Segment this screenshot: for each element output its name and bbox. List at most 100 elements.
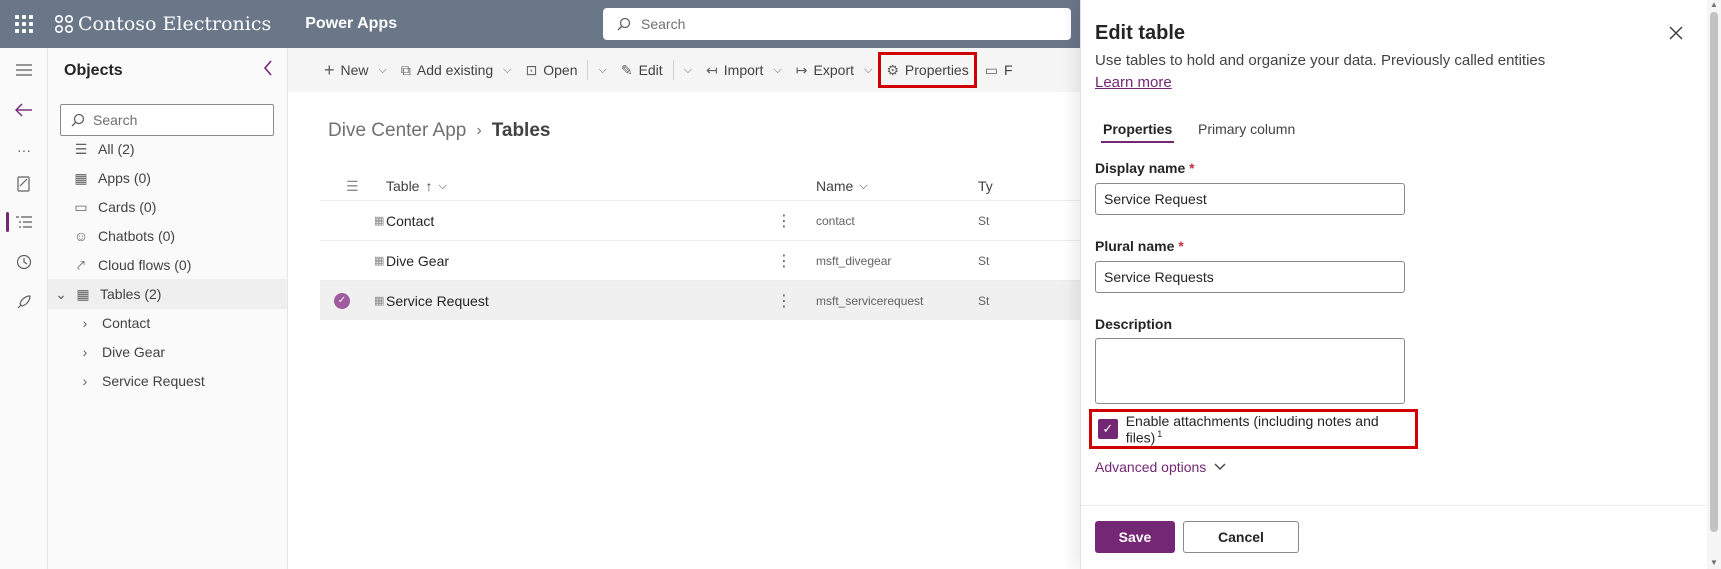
chevron-down-icon: ⌵ <box>378 63 387 76</box>
properties-label: Properties <box>904 62 969 78</box>
app-name[interactable]: Power Apps <box>305 15 397 33</box>
import-button[interactable]: ↤ Import ⌵ <box>702 54 786 86</box>
tree-item-dive-gear[interactable]: › Dive Gear <box>48 337 287 367</box>
description-label: Description <box>1095 316 1173 332</box>
properties-button[interactable]: ⚙ Properties <box>878 52 977 88</box>
save-button[interactable]: Save <box>1095 521 1175 553</box>
collapse-pane-icon[interactable] <box>263 60 273 81</box>
new-button-label: New <box>340 62 369 78</box>
row-logical-name: contact <box>816 213 855 228</box>
rocket-icon[interactable] <box>0 284 48 320</box>
brand-name: Contoso Electronics <box>78 13 272 35</box>
column-header-type[interactable]: Ty <box>978 178 993 194</box>
column-header-name[interactable]: Name ⌵ <box>816 178 868 194</box>
display-name-label: Display name * <box>1095 160 1195 176</box>
form-icon: ▭ <box>984 61 998 78</box>
row-logical-name: msft_divegear <box>816 253 892 268</box>
objects-item-count: (0) <box>174 257 192 273</box>
row-display-name[interactable]: Contact <box>386 213 434 229</box>
scroll-up-icon[interactable]: ▲ <box>1710 0 1718 9</box>
objects-search-placeholder: Search <box>93 112 138 128</box>
chevron-down-icon[interactable]: ⌵ <box>598 64 606 77</box>
checkbox-checked-icon[interactable]: ✓ <box>1098 419 1118 439</box>
advanced-options-toggle[interactable]: Advanced options <box>1095 459 1226 475</box>
global-search-input[interactable]: Search <box>603 8 1071 40</box>
new-button[interactable]: + New ⌵ <box>320 54 391 86</box>
enable-attachments-label-text: Enable attachments (including notes and … <box>1125 412 1379 446</box>
objects-item-label: All <box>98 141 114 157</box>
objects-item-tables[interactable]: ⌄ ▦ Tables (2) <box>48 279 287 309</box>
add-existing-button[interactable]: ⧉ Add existing ⌵ <box>397 54 516 86</box>
row-selected-check-icon[interactable]: ✓ <box>334 292 350 309</box>
objects-item-chatbots[interactable]: ☺ Chatbots (0) <box>48 221 287 251</box>
chevron-down-icon: ⌵ <box>773 63 782 76</box>
breadcrumb: Dive Center App › Tables <box>328 120 550 142</box>
chevron-right-icon[interactable]: › <box>76 315 94 331</box>
learn-more-link[interactable]: Learn more <box>1095 74 1172 91</box>
chevron-right-icon[interactable]: › <box>76 344 94 360</box>
objects-search-input[interactable]: Search <box>60 104 274 136</box>
objects-item-apps[interactable]: ▦ Apps (0) <box>48 163 287 193</box>
column-header-table[interactable]: Table ↑ ⌵ <box>386 178 447 194</box>
panel-scrollbar[interactable]: ▲ ▼ <box>1707 0 1721 569</box>
toolbar-divider <box>587 60 589 80</box>
more-command-label: F <box>1003 62 1013 78</box>
export-button[interactable]: ↦ Export ⌵ <box>792 54 877 86</box>
tree-item-service-request[interactable]: › Service Request <box>48 366 287 396</box>
history-icon[interactable] <box>0 244 48 280</box>
tree-view-icon[interactable] <box>0 204 48 240</box>
description-field[interactable] <box>1095 338 1405 404</box>
close-icon[interactable] <box>1669 20 1683 46</box>
pages-icon[interactable] <box>0 166 48 202</box>
chevron-down-icon: ⌵ <box>864 63 873 76</box>
objects-item-count: (0) <box>133 170 151 186</box>
chevron-down-icon: ⌵ <box>503 63 512 76</box>
display-name-field[interactable]: Service Request <box>1095 183 1405 215</box>
plural-name-field[interactable]: Service Requests <box>1095 261 1405 293</box>
more-options-icon[interactable]: ⋮ <box>776 211 792 231</box>
app-launcher-icon[interactable] <box>0 0 48 48</box>
more-options-icon[interactable]: ⋮ <box>776 251 792 271</box>
tree-item-contact[interactable]: › Contact <box>48 308 287 338</box>
more-options-icon[interactable]: ⋮ <box>776 291 792 311</box>
table-row[interactable]: ▦ Contact ⋮ contact St <box>320 200 1080 240</box>
display-name-label-text: Display name <box>1095 160 1186 176</box>
chevron-down-icon[interactable]: ⌄ <box>52 286 70 303</box>
cancel-button[interactable]: Cancel <box>1183 521 1299 553</box>
row-display-name[interactable]: Dive Gear <box>386 253 449 269</box>
tab-primary-column[interactable]: Primary column <box>1198 121 1295 137</box>
row-type-header-icon: ☰ <box>346 178 359 194</box>
column-header-label: Table <box>386 178 420 194</box>
advanced-options-label: Advanced options <box>1095 459 1207 475</box>
tab-properties[interactable]: Properties <box>1100 121 1175 143</box>
bot-icon: ☺ <box>73 228 89 244</box>
hamburger-menu-icon[interactable] <box>0 52 48 88</box>
row-display-name[interactable]: Service Request <box>386 293 489 309</box>
edit-label: Edit <box>638 62 663 78</box>
objects-title: Objects <box>64 62 123 79</box>
table-icon: ▦ <box>76 285 90 302</box>
scroll-down-icon[interactable]: ▼ <box>1710 558 1718 567</box>
table-row[interactable]: ▦ Dive Gear ⋮ msft_divegear St <box>320 240 1080 280</box>
pencil-icon: ✎ <box>620 61 633 78</box>
scrollbar-thumb[interactable] <box>1710 12 1718 532</box>
objects-item-all[interactable]: ☰ All (2) <box>48 134 287 164</box>
edit-button[interactable]: ✎ Edit <box>617 54 667 86</box>
brand-logo[interactable]: Contoso Electronics <box>54 13 271 35</box>
chevron-right-icon[interactable]: › <box>76 373 94 389</box>
row-logical-name: msft_servicerequest <box>816 293 924 308</box>
more-command-button[interactable]: ▭ F <box>981 54 1017 86</box>
breadcrumb-parent[interactable]: Dive Center App <box>328 120 466 142</box>
import-icon: ↤ <box>706 61 718 78</box>
more-icon[interactable]: ··· <box>0 132 48 168</box>
open-button[interactable]: ⊡ Open <box>522 54 582 86</box>
chevron-down-icon[interactable]: ⌵ <box>684 64 692 77</box>
objects-item-cards[interactable]: ▭ Cards (0) <box>48 192 287 222</box>
plus-icon: + <box>324 59 335 80</box>
table-row-selected[interactable]: ✓ ▦ Service Request ⋮ msft_servicereques… <box>320 280 1080 320</box>
enable-attachments-checkbox[interactable]: ✓ Enable attachments (including notes an… <box>1089 409 1418 449</box>
back-arrow-icon[interactable] <box>0 92 48 128</box>
open-label: Open <box>543 62 578 78</box>
objects-item-cloud-flows[interactable]: ⤤ Cloud flows (0) <box>48 250 287 280</box>
flow-icon: ⤤ <box>77 256 85 273</box>
